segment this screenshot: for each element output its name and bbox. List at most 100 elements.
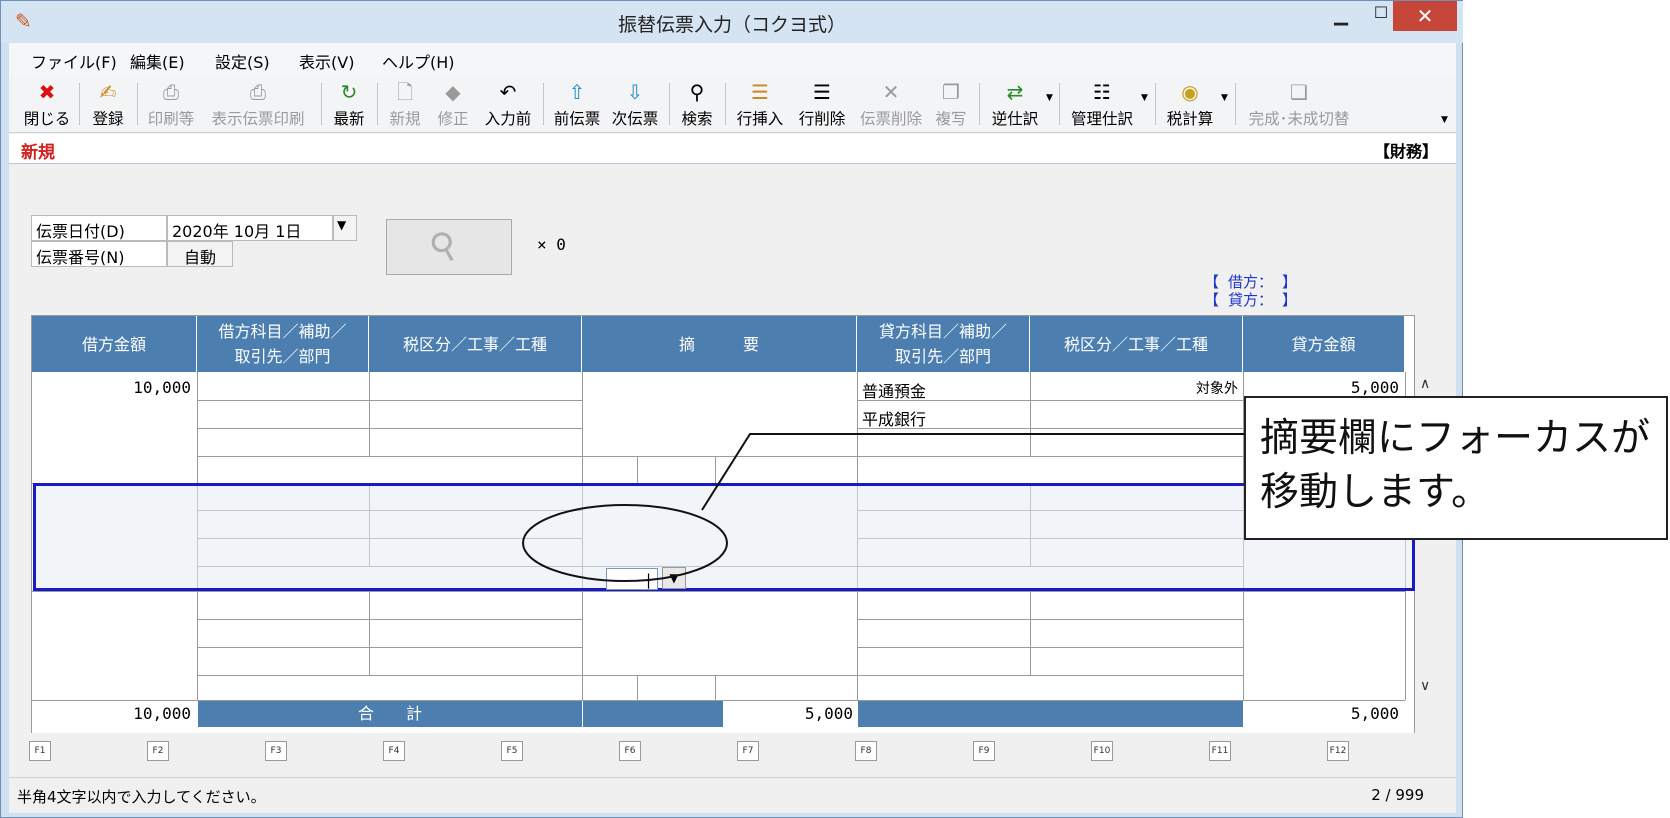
before-input-button[interactable]: ↶ 入力前 [481, 79, 535, 129]
coin-icon: ◉ [1181, 80, 1199, 104]
credit-total-bar [858, 701, 1243, 727]
menu-view[interactable]: 表示(V) [299, 49, 354, 73]
minimize-button[interactable]: ▁ [1321, 5, 1361, 35]
register-button[interactable]: ✍ 登録 [87, 79, 129, 129]
printer-icon: ⎙ [250, 80, 266, 104]
modify-button[interactable]: ◆ 修正 [433, 79, 473, 129]
prev-slip-button[interactable]: ⇧ 前伝票 [551, 79, 603, 129]
credit-total: 5,000 [1350, 704, 1399, 723]
f11-key[interactable]: F11 [1209, 741, 1231, 761]
status-bar: 半角4文字以内で入力してください。 2 / 999 [9, 777, 1456, 811]
row-delete-button[interactable]: ☰ 行削除 [795, 79, 849, 129]
f10-key[interactable]: F10 [1091, 741, 1113, 761]
number-field[interactable]: 自動 [167, 241, 233, 267]
number-label: 伝票番号(N) [31, 241, 167, 267]
refresh-button[interactable]: ↻ 最新 [329, 79, 369, 129]
toolbar-overflow-icon[interactable]: ▼ [1441, 115, 1448, 125]
up-arrow-icon: ⇧ [568, 80, 586, 104]
refresh-icon: ↻ [340, 80, 358, 104]
f8-key[interactable]: F8 [855, 741, 877, 761]
f2-key[interactable]: F2 [147, 741, 169, 761]
undo-doc-icon: ↶ [499, 80, 517, 104]
down-arrow-icon: ⇩ [626, 80, 644, 104]
row-insert-button[interactable]: ☰ 行挿入 [733, 79, 787, 129]
toolbar: ✖ 閉じる ✍ 登録 ⎙ 印刷等 ⎙ 表示伝票印刷 ↻ 最新 🗋 新規 ◆ 修正 ↶ 入力前 ⇧… [9, 75, 1456, 133]
header-credit-amount: 貸方金額 [1243, 316, 1405, 372]
row1-credit-tax[interactable]: 対象外 [1032, 378, 1238, 398]
header-debit-tax: 税区分／工事／工種 [369, 316, 582, 372]
status-message: 半角4文字以内で入力してください。 [17, 788, 266, 806]
attachment-count: × 0 [537, 235, 566, 254]
menu-bar: ファイル(F) 編集(E) 設定(S) 表示(V) ヘルプ(H) [9, 43, 1456, 75]
f4-key[interactable]: F4 [383, 741, 405, 761]
row-delete-icon: ☰ [813, 80, 831, 104]
row1-credit-sub[interactable]: 平成銀行 [862, 406, 926, 430]
search-button[interactable]: ⚲ 検索 [677, 79, 717, 129]
mode-bar: 新規 【財務】 [9, 134, 1456, 164]
f6-key[interactable]: F6 [619, 741, 641, 761]
selected-row[interactable] [33, 483, 1415, 591]
reverse-entry-button[interactable]: ⇄ 逆仕訳 [987, 79, 1043, 129]
scroll-up-icon[interactable]: ∧ [1420, 376, 1430, 392]
header-summary: 摘 要 [582, 316, 857, 372]
mode-category: 【財務】 [1373, 142, 1438, 161]
next-slip-button[interactable]: ⇩ 次伝票 [609, 79, 661, 129]
menu-settings[interactable]: 設定(S) [215, 49, 270, 73]
row-insert-icon: ☰ [751, 80, 769, 104]
register-icon: ✍ [99, 80, 117, 104]
menu-edit[interactable]: 編集(E) [130, 49, 185, 73]
new-button[interactable]: 🗋 新規 [385, 79, 425, 129]
close-tool-button[interactable]: ✖ 閉じる [23, 79, 71, 129]
mode-status: 新規 [21, 143, 55, 163]
slip-delete-icon: ✕ [882, 80, 900, 104]
complete-icon: ❑ [1290, 80, 1308, 104]
copy-icon: ❐ [942, 80, 960, 104]
new-doc-icon: 🗋 [396, 80, 414, 104]
row1-debit-amount[interactable]: 10,000 [32, 378, 191, 397]
total-label: 合 計 [198, 701, 582, 727]
scroll-down-icon[interactable]: ∨ [1420, 678, 1430, 694]
paperclip-icon: ⚲ [422, 222, 466, 271]
slip-form: 伝票日付(D) 2020年 10月 1日 ▼ 伝票番号(N) 自動 ⚲ × 0 … [9, 165, 1456, 735]
search-icon: ⚲ [689, 80, 705, 104]
row1-credit-amount[interactable]: 5,000 [1245, 378, 1399, 397]
function-key-bar: F1 F2 F3 F4 F5 F6 F7 F8 F9 F10 F11 F12 [9, 733, 1456, 769]
copy-button[interactable]: ❐ 複写 [931, 79, 971, 129]
date-label: 伝票日付(D) [31, 215, 167, 241]
f9-key[interactable]: F9 [973, 741, 995, 761]
close-icon: ✖ [38, 80, 56, 104]
f12-key[interactable]: F12 [1327, 741, 1349, 761]
checklist-icon: ☷ [1093, 80, 1111, 104]
summary-code-input[interactable]: | [606, 568, 658, 590]
attachment-button[interactable]: ⚲ [386, 219, 512, 275]
date-field[interactable]: 2020年 10月 1日 [167, 215, 333, 241]
slip-delete-button[interactable]: ✕ 伝票削除 [857, 79, 925, 129]
reverse-icon: ⇄ [1006, 80, 1024, 104]
manage-dropdown-icon[interactable]: ▼ [1141, 93, 1148, 103]
date-dropdown-icon[interactable]: ▼ [333, 215, 357, 241]
header-credit-account: 貸方科目／補助／ 取引先／部門 [857, 316, 1030, 372]
credit-summary: 【 貸方： 】 [1204, 291, 1298, 309]
print-button[interactable]: ⎙ 印刷等 [145, 79, 197, 129]
summary-dropdown-icon[interactable]: ▼ [662, 567, 686, 589]
client-area: ファイル(F) 編集(E) 設定(S) 表示(V) ヘルプ(H) ✖ 閉じる ✍ 登… [9, 43, 1456, 813]
menu-help[interactable]: ヘルプ(H) [382, 49, 455, 73]
header-debit-account: 借方科目／補助／ 取引先／部門 [197, 316, 369, 372]
close-window-button[interactable]: ✕ [1393, 1, 1457, 31]
f3-key[interactable]: F3 [265, 741, 287, 761]
f7-key[interactable]: F7 [737, 741, 759, 761]
callout-text: 摘要欄にフォーカスが 移動します。 [1260, 416, 1651, 515]
tax-dropdown-icon[interactable]: ▼ [1221, 93, 1228, 103]
print-display-button[interactable]: ⎙ 表示伝票印刷 [207, 79, 309, 129]
f1-key[interactable]: F1 [29, 741, 51, 761]
manage-entry-button[interactable]: ☷ 管理仕訳 [1067, 79, 1137, 129]
complete-toggle-button[interactable]: ❑ 完成･未成切替 [1243, 79, 1355, 129]
menu-file[interactable]: ファイル(F) [31, 49, 117, 73]
f5-key[interactable]: F5 [501, 741, 523, 761]
title-bar: ✎ 振替伝票入力（コクヨ式） ▁ ☐ ✕ [1, 1, 1463, 43]
reverse-dropdown-icon[interactable]: ▼ [1046, 93, 1053, 103]
journal-grid: 借方金額 借方科目／補助／ 取引先／部門 税区分／工事／工種 摘 要 貸方科目／… [31, 315, 1437, 735]
row1-credit-account[interactable]: 普通預金 [862, 378, 926, 402]
tax-calc-button[interactable]: ◉ 税計算 [1163, 79, 1217, 129]
page-indicator: 2 / 999 [1371, 786, 1424, 804]
